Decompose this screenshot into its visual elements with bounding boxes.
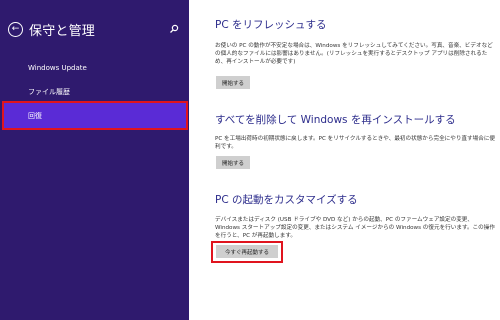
refresh-pc-title: PC をリフレッシュする xyxy=(215,19,327,31)
reset-start-button[interactable]: 開始する xyxy=(216,156,251,169)
sidebar-item-recovery[interactable]: 回復 xyxy=(2,101,188,130)
restart-now-button[interactable]: 今すぐ再起動する xyxy=(216,245,278,258)
main-content: PC をリフレッシュする お使いの PC の動作が不安定な場合は、Windows… xyxy=(189,0,500,320)
sidebar-header: ← 保守と管理 xyxy=(8,20,95,39)
advanced-startup-title: PC の起動をカスタマイズする xyxy=(215,194,358,206)
back-arrow-icon[interactable]: ← xyxy=(8,22,23,37)
sidebar-title: 保守と管理 xyxy=(29,24,96,39)
advanced-startup-description: デバイスまたはディスク (USB ドライブや DVD など) からの起動、PC … xyxy=(215,217,495,239)
refresh-pc-description: お使いの PC の動作が不安定な場合は、Windows をリフレッシュしてみてく… xyxy=(215,43,493,65)
sidebar-item-windows-update[interactable]: Windows Update xyxy=(28,64,87,72)
sidebar: ← 保守と管理 Windows Update ファイル履歴 回復 xyxy=(0,0,189,320)
search-icon[interactable] xyxy=(169,24,179,34)
reset-pc-title: すべてを削除して Windows を再インストールする xyxy=(215,114,456,126)
refresh-start-button[interactable]: 開始する xyxy=(216,76,251,89)
sidebar-item-file-history[interactable]: ファイル履歴 xyxy=(28,87,70,97)
sidebar-item-label: 回復 xyxy=(28,112,42,120)
reset-pc-description: PC を工場出荷時の初期状態に戻します。PC をリサイクルするときや、最初の状態… xyxy=(215,136,496,150)
